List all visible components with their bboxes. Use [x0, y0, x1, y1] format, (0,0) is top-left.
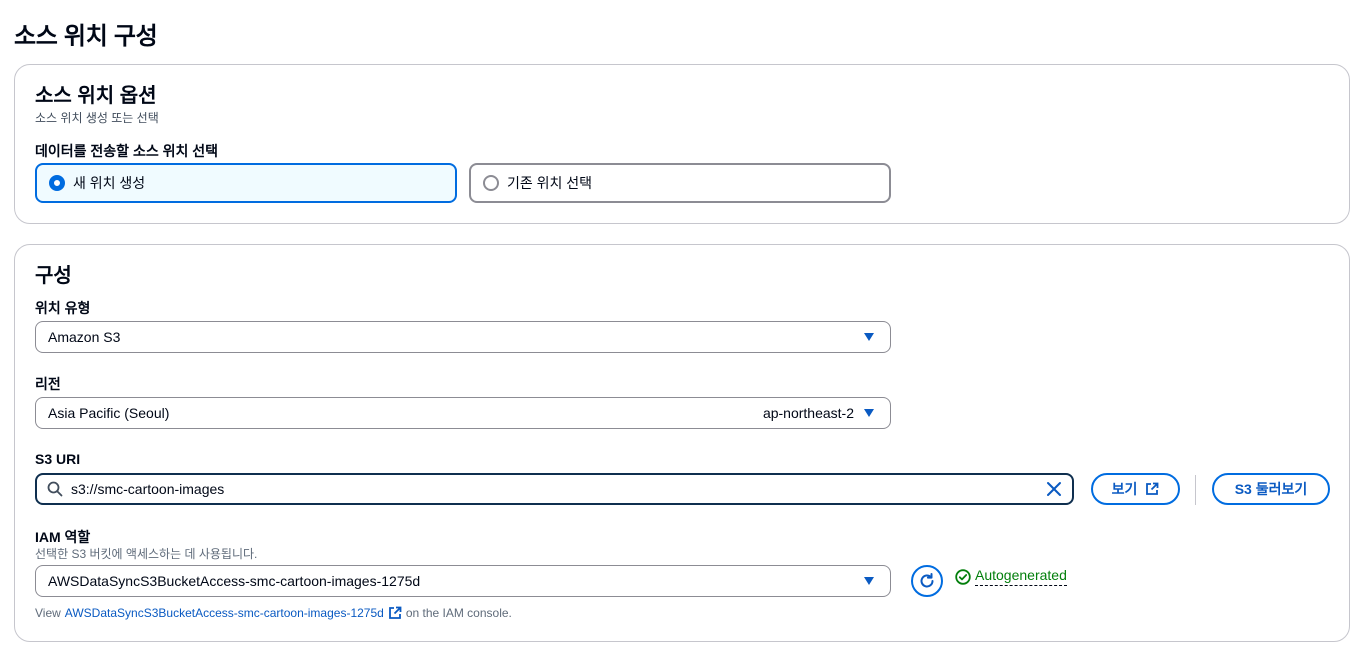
- iam-role-select[interactable]: AWSDataSyncS3BucketAccess-smc-cartoon-im…: [35, 565, 891, 597]
- view-button[interactable]: 보기: [1091, 473, 1180, 505]
- console-suffix: on the IAM console.: [405, 606, 512, 620]
- source-options-title: 소스 위치 옵션: [35, 85, 157, 107]
- s3-uri-label: S3 URI: [35, 451, 81, 467]
- browse-s3-button-label: S3 둘러보기: [1234, 481, 1308, 497]
- create-new-location-option[interactable]: 새 위치 생성: [35, 163, 457, 203]
- choose-existing-location-option[interactable]: 기존 위치 선택: [469, 163, 891, 203]
- region-select[interactable]: Asia Pacific (Seoul) ap-northeast-2: [35, 397, 891, 429]
- caret-down-icon: [864, 333, 874, 341]
- iam-console-hint: View AWSDataSyncS3BucketAccess-smc-carto…: [35, 606, 512, 620]
- iam-role-description: 선택한 S3 버킷에 액세스하는 데 사용됩니다.: [35, 547, 258, 561]
- source-selection-label: 데이터를 전송할 소스 위치 선택: [35, 143, 218, 159]
- external-link-icon[interactable]: [388, 606, 402, 620]
- view-button-label: 보기: [1111, 481, 1138, 497]
- autogenerated-label: Autogenerated: [975, 567, 1067, 586]
- source-options-description: 소스 위치 생성 또는 선택: [35, 111, 159, 125]
- check-circle-icon: [955, 568, 971, 585]
- refresh-icon: [920, 573, 934, 588]
- source-options-panel: 소스 위치 옵션 소스 위치 생성 또는 선택 데이터를 전송할 소스 위치 선…: [14, 64, 1350, 224]
- browse-s3-button[interactable]: S3 둘러보기: [1212, 473, 1330, 505]
- region-value: Asia Pacific (Seoul): [48, 405, 170, 421]
- iam-role-console-link[interactable]: AWSDataSyncS3BucketAccess-smc-cartoon-im…: [65, 606, 384, 620]
- autogenerated-status: Autogenerated: [955, 567, 1067, 586]
- caret-down-icon: [864, 409, 874, 417]
- radio-unselected-icon[interactable]: [483, 175, 499, 191]
- configuration-title: 구성: [35, 265, 72, 287]
- caret-down-icon: [864, 577, 874, 585]
- location-type-select[interactable]: Amazon S3: [35, 321, 891, 353]
- radio-selected-icon[interactable]: [49, 175, 65, 191]
- console-prefix: View: [35, 606, 61, 620]
- region-label: 리전: [35, 376, 61, 392]
- clear-icon[interactable]: [1046, 481, 1062, 497]
- location-type-label: 위치 유형: [35, 300, 91, 316]
- location-type-value: Amazon S3: [48, 329, 121, 345]
- page-title: 소스 위치 구성: [14, 23, 158, 50]
- s3-uri-value: s3://smc-cartoon-images: [71, 481, 225, 497]
- create-new-location-label: 새 위치 생성: [73, 175, 146, 191]
- search-icon: [47, 481, 63, 497]
- iam-role-label: IAM 역할: [35, 529, 91, 545]
- refresh-button[interactable]: [911, 565, 943, 597]
- s3-uri-input[interactable]: s3://smc-cartoon-images: [35, 473, 1074, 505]
- external-link-icon: [1146, 482, 1159, 495]
- button-divider: [1195, 475, 1196, 505]
- iam-role-value: AWSDataSyncS3BucketAccess-smc-cartoon-im…: [48, 573, 421, 589]
- configuration-panel: 구성 위치 유형 Amazon S3 리전 Asia Pacific (Seou…: [14, 244, 1350, 642]
- region-code: ap-northeast-2: [762, 405, 854, 421]
- choose-existing-location-label: 기존 위치 선택: [507, 175, 593, 191]
